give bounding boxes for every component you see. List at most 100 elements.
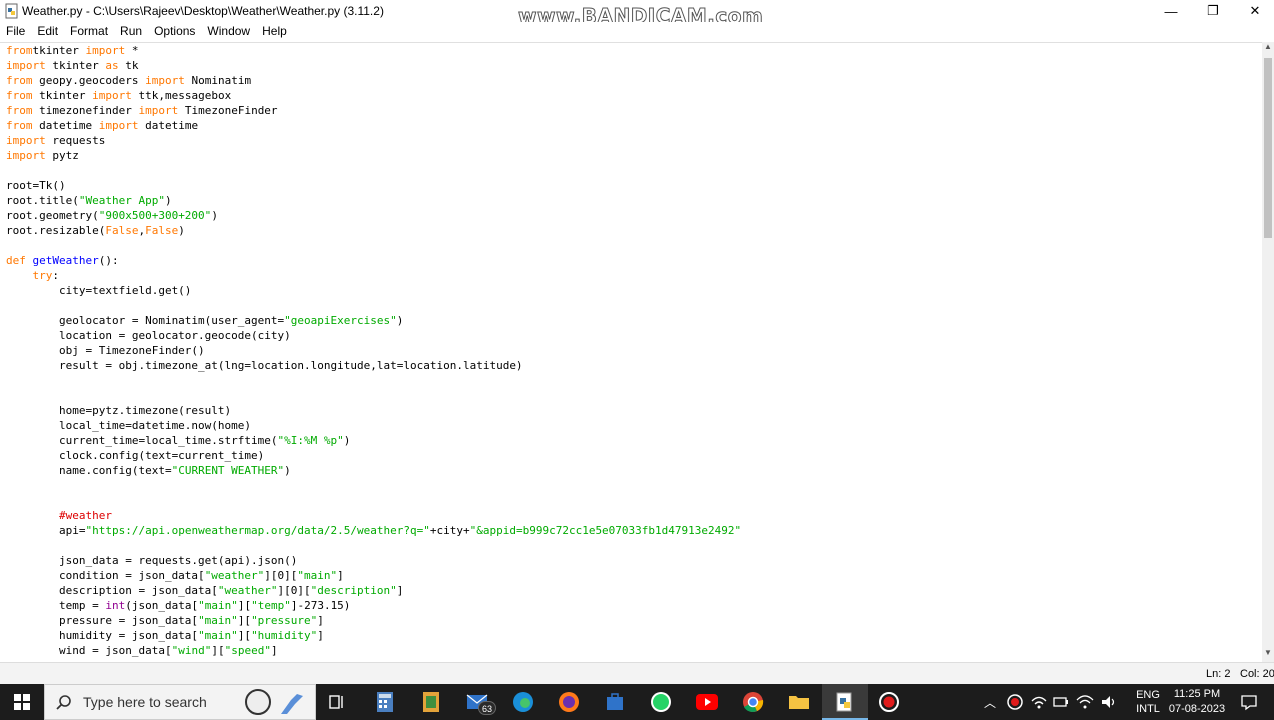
code-editor[interactable]: fromtkinter import * import tkinter as tk… [0, 42, 1262, 662]
code-line[interactable] [6, 493, 741, 508]
python-idle-icon[interactable] [832, 689, 858, 715]
code-line[interactable]: root.geometry("900x500+300+200") [6, 208, 741, 223]
code-line[interactable]: obj = TimezoneFinder() [6, 343, 741, 358]
menu-format[interactable]: Format [64, 22, 114, 41]
code-line[interactable]: import requests [6, 133, 741, 148]
store-icon[interactable] [602, 689, 628, 715]
code-line[interactable]: city=textfield.get() [6, 283, 741, 298]
edge-icon[interactable] [510, 689, 536, 715]
code-line[interactable]: json_data = requests.get(api).json() [6, 553, 741, 568]
code-token: result = obj.timezone_at(lng=location.lo… [6, 359, 523, 372]
code-token: "temp" [251, 599, 291, 612]
code-line[interactable]: geolocator = Nominatim(user_agent="geoap… [6, 313, 741, 328]
code-line[interactable]: description = json_data["weather"][0]["d… [6, 583, 741, 598]
notepad-icon[interactable] [418, 689, 444, 715]
code-line[interactable]: #weather [6, 508, 741, 523]
scroll-up-arrow-icon[interactable]: ▲ [1262, 42, 1274, 56]
code-line[interactable]: root.resizable(False,False) [6, 223, 741, 238]
code-line[interactable]: home=pytz.timezone(result) [6, 403, 741, 418]
code-line[interactable]: from geopy.geocoders import Nominatim [6, 73, 741, 88]
code-line[interactable] [6, 538, 741, 553]
code-token: : [52, 269, 59, 282]
task-view-icon[interactable] [324, 689, 350, 715]
code-line[interactable]: root=Tk() [6, 178, 741, 193]
menu-run[interactable]: Run [114, 22, 148, 41]
recording-indicator-icon[interactable] [1006, 693, 1024, 711]
code-line[interactable] [6, 388, 741, 403]
menu-help[interactable]: Help [256, 22, 293, 41]
code-line[interactable]: from tkinter import ttk,messagebox [6, 88, 741, 103]
battery-icon[interactable] [1052, 693, 1070, 711]
vertical-scrollbar[interactable]: ▲ ▼ [1262, 42, 1274, 662]
code-token: api= [6, 524, 86, 537]
code-line[interactable]: from timezonefinder import TimezoneFinde… [6, 103, 741, 118]
code-token: (json_data[ [125, 599, 199, 612]
firefox-icon[interactable] [556, 689, 582, 715]
volume-icon[interactable] [1100, 693, 1118, 711]
code-text[interactable]: fromtkinter import * import tkinter as tk… [6, 43, 741, 658]
menu-edit[interactable]: Edit [31, 22, 64, 41]
code-token: requests [45, 134, 106, 147]
code-token: "Weather App" [78, 194, 165, 207]
chrome-icon[interactable] [740, 689, 766, 715]
language-indicator[interactable]: ENG INTL [1134, 688, 1162, 716]
code-line[interactable]: current_time=local_time.strftime("%I:%M … [6, 433, 741, 448]
menu-window[interactable]: Window [201, 22, 256, 41]
code-line[interactable] [6, 478, 741, 493]
language-code: ENG [1136, 689, 1160, 701]
code-line[interactable]: import pytz [6, 148, 741, 163]
bandicam-record-icon[interactable] [876, 689, 902, 715]
code-token: ][ [237, 599, 252, 612]
code-line[interactable]: import tkinter as tk [6, 58, 741, 73]
code-line[interactable]: wind = json_data["wind"]["speed"] [6, 643, 741, 658]
youtube-icon[interactable] [694, 689, 720, 715]
code-line[interactable]: try: [6, 268, 741, 283]
code-line[interactable]: condition = json_data["weather"][0]["mai… [6, 568, 741, 583]
code-token: ) [164, 194, 172, 207]
title-bar: Weather.py - C:\Users\Rajeev\Desktop\Wea… [0, 0, 1274, 29]
code-line[interactable]: temp = int(json_data["main"]["temp"]-273… [6, 598, 741, 613]
code-line[interactable] [6, 238, 741, 253]
code-line[interactable]: location = geolocator.geocode(city) [6, 328, 741, 343]
code-line[interactable] [6, 163, 741, 178]
code-line[interactable]: fromtkinter import * [6, 43, 741, 58]
code-token: home=pytz.timezone(result) [6, 404, 232, 417]
file-explorer-icon[interactable] [786, 689, 812, 715]
code-line[interactable] [6, 298, 741, 313]
whatsapp-icon[interactable] [648, 689, 674, 715]
start-button[interactable] [0, 684, 44, 720]
menu-file[interactable]: File [0, 22, 31, 41]
scroll-down-arrow-icon[interactable]: ▼ [1262, 648, 1274, 662]
notification-center-icon[interactable] [1240, 693, 1258, 711]
code-line[interactable]: api="https://api.openweathermap.org/data… [6, 523, 741, 538]
code-line[interactable]: result = obj.timezone_at(lng=location.lo… [6, 358, 741, 373]
minimize-button[interactable]: — [1148, 0, 1194, 22]
code-line[interactable]: humidity = json_data["main"]["humidity"] [6, 628, 741, 643]
maximize-button[interactable]: ❐ [1190, 0, 1236, 22]
code-line[interactable] [6, 373, 741, 388]
code-token: "weather" [217, 584, 278, 597]
close-button[interactable]: ✕ [1232, 0, 1274, 22]
code-token: False [105, 224, 139, 237]
code-line[interactable]: from datetime import datetime [6, 118, 741, 133]
tray-overflow-chevron-icon[interactable]: ︿ [984, 694, 996, 711]
code-line[interactable]: local_time=datetime.now(home) [6, 418, 741, 433]
code-token: False [145, 224, 179, 237]
code-token: ][0][ [277, 584, 311, 597]
taskbar-clock[interactable]: 11:25 PM 07-08-2023 [1166, 687, 1228, 717]
code-token: as [105, 59, 119, 72]
code-line[interactable]: def getWeather(): [6, 253, 741, 268]
code-token: Nominatim [184, 74, 252, 87]
taskbar-search-box[interactable]: Type here to search [44, 684, 316, 720]
code-line[interactable]: clock.config(text=current_time) [6, 448, 741, 463]
code-line[interactable]: root.title("Weather App") [6, 193, 741, 208]
code-token: import [6, 134, 46, 147]
code-line[interactable]: pressure = json_data["main"]["pressure"] [6, 613, 741, 628]
network-icon[interactable] [1030, 693, 1048, 711]
wifi-icon[interactable] [1076, 693, 1094, 711]
calculator-icon[interactable] [372, 689, 398, 715]
code-line[interactable]: name.config(text="CURRENT WEATHER") [6, 463, 741, 478]
code-token: datetime [138, 119, 199, 132]
scrollbar-thumb[interactable] [1264, 58, 1272, 238]
menu-options[interactable]: Options [148, 22, 201, 41]
